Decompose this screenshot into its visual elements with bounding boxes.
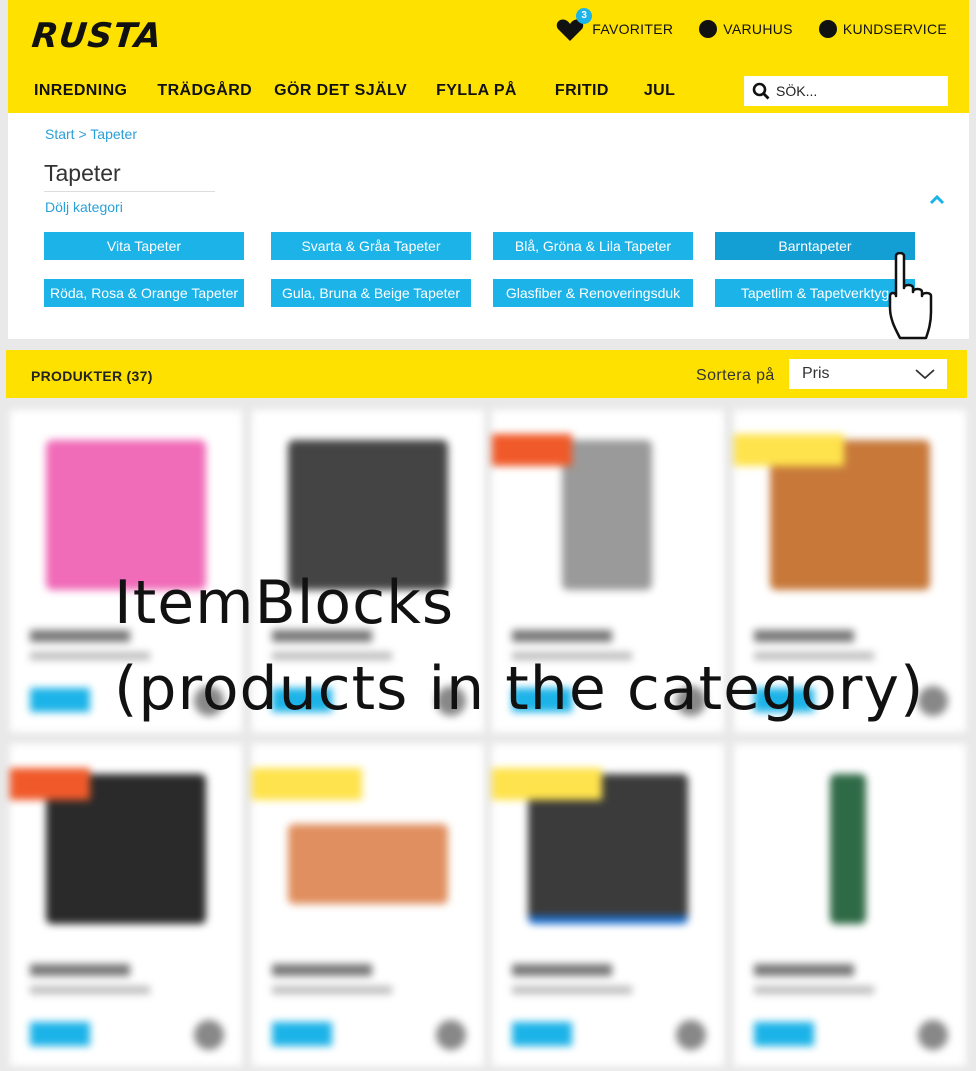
sort-select[interactable]: Pris <box>789 359 947 389</box>
hand-cursor-icon <box>888 252 933 340</box>
product-name <box>512 964 612 976</box>
breadcrumb-current[interactable]: Tapeter <box>90 126 137 142</box>
products-count: PRODUKTER (37) <box>31 368 153 384</box>
product-grid <box>6 406 970 1071</box>
product-name <box>754 964 854 976</box>
subcategory-barntapeter[interactable]: Barntapeter <box>715 232 915 260</box>
product-image <box>288 824 448 904</box>
support-icon <box>818 20 837 38</box>
subcategory-gula-bruna-beige-tapeter[interactable]: Gula, Bruna & Beige Tapeter <box>271 279 471 307</box>
product-card[interactable] <box>252 744 484 1066</box>
cart-icon[interactable] <box>918 1020 948 1050</box>
nav-item-gor-det-sjalv[interactable]: GÖR DET SJÄLV <box>274 82 407 100</box>
breadcrumb-home[interactable]: Start <box>45 126 75 142</box>
main-nav: INREDNING TRÄDGÅRD GÖR DET SJÄLV FYLLA P… <box>34 82 675 100</box>
cart-icon[interactable] <box>194 1020 224 1050</box>
breadcrumb-separator: > <box>74 126 91 142</box>
support-label: KUNDSERVICE <box>842 21 947 37</box>
top-links: 3 FAVORITER VARUHUS KUNDSERVICE <box>556 8 947 41</box>
site-header: RUSTA 3 FAVORITER VARUHUS KUNDSERVICE IN… <box>8 0 969 113</box>
favorites-count-badge: 3 <box>576 8 593 24</box>
product-description <box>512 986 632 994</box>
discount-tag <box>492 434 572 466</box>
product-price <box>512 1022 572 1046</box>
sort-label: Sortera på <box>696 367 775 384</box>
cart-icon[interactable] <box>436 1020 466 1050</box>
promo-tag <box>252 768 362 800</box>
rusta-logo[interactable]: RUSTA <box>30 16 164 56</box>
products-toolbar: PRODUKTER (37) Sortera på Pris <box>6 350 967 398</box>
search-icon <box>752 82 770 100</box>
search-box[interactable] <box>744 76 948 106</box>
subcategory-bla-grona-lila-tapeter[interactable]: Blå, Gröna & Lila Tapeter <box>493 232 693 260</box>
chevron-up-icon[interactable] <box>929 195 945 205</box>
support-link[interactable]: KUNDSERVICE <box>818 20 947 38</box>
product-description <box>30 986 150 994</box>
cart-icon[interactable] <box>676 1020 706 1050</box>
product-card[interactable] <box>734 744 966 1066</box>
nav-item-inredning[interactable]: INREDNING <box>34 82 127 100</box>
promo-tag <box>734 434 844 466</box>
product-description <box>272 986 392 994</box>
subcategory-roda-rosa-orange-tapeter[interactable]: Röda, Rosa & Orange Tapeter <box>44 279 244 307</box>
product-price <box>30 688 90 712</box>
nav-item-jul[interactable]: JUL <box>644 82 675 100</box>
promo-tag <box>492 768 602 800</box>
product-description <box>754 986 874 994</box>
annotation-title: ItemBlocks <box>114 568 455 638</box>
product-name <box>272 964 372 976</box>
breadcrumb: Start > Tapeter <box>45 126 137 142</box>
sort-value: Pris <box>802 365 830 382</box>
annotation-subtitle: (products in the category) <box>114 654 925 724</box>
annotation-overlay: ItemBlocks (products in the category) <box>114 560 924 732</box>
product-price <box>30 1022 90 1046</box>
favorites-link[interactable]: 3 FAVORITER <box>556 8 674 41</box>
stores-label: VARUHUS <box>723 21 793 37</box>
stores-link[interactable]: VARUHUS <box>699 20 793 38</box>
nav-item-fritid[interactable]: FRITID <box>555 82 609 100</box>
hide-category-link[interactable]: Dölj kategori <box>45 199 123 215</box>
chevron-down-icon <box>915 369 935 379</box>
product-image <box>830 774 866 924</box>
heart-icon: 3 <box>556 8 593 41</box>
category-panel: Start > Tapeter Tapeter Dölj kategori Vi… <box>8 113 969 339</box>
product-price <box>272 1022 332 1046</box>
product-card[interactable] <box>492 744 724 1066</box>
location-icon <box>699 20 718 38</box>
discount-tag <box>10 768 90 800</box>
product-price <box>754 1022 814 1046</box>
favorites-label: FAVORITER <box>592 21 674 37</box>
nav-item-tradgard[interactable]: TRÄDGÅRD <box>157 82 252 100</box>
subcategory-svarta-grada-tapeter[interactable]: Svarta & Gråa Tapeter <box>271 232 471 260</box>
subcategory-vita-tapeter[interactable]: Vita Tapeter <box>44 232 244 260</box>
search-input[interactable] <box>776 83 936 99</box>
subcategory-tapetlim-tapetverktyg[interactable]: Tapetlim & Tapetverktyg <box>715 279 915 307</box>
page-title: Tapeter <box>44 160 215 192</box>
subcategory-glasfiber-renoveringsduk[interactable]: Glasfiber & Renoveringsduk <box>493 279 693 307</box>
product-name <box>30 964 130 976</box>
product-card[interactable] <box>10 744 242 1066</box>
nav-item-fylla-pa[interactable]: FYLLA PÅ <box>436 82 517 100</box>
